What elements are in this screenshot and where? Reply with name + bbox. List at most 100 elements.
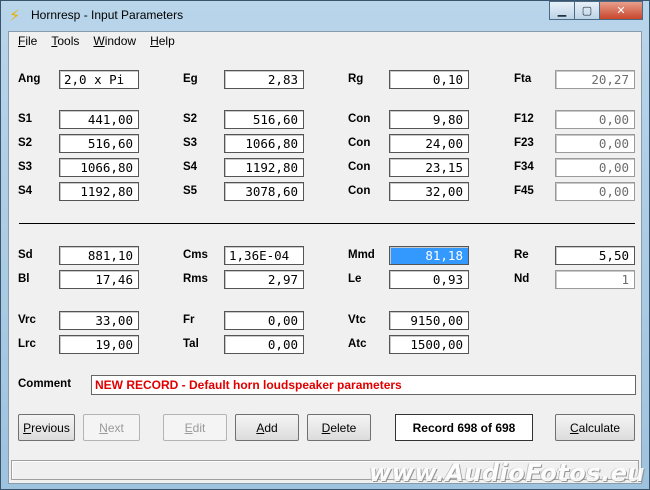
edit-label: Edit: [184, 420, 206, 435]
menu-bar: File Tools Window Help: [9, 32, 641, 51]
field-con-3[interactable]: 23,15: [389, 158, 469, 177]
section-divider: [19, 223, 635, 224]
label-cms: Cms: [183, 249, 208, 261]
edit-button: Edit: [163, 414, 227, 441]
label-s1: S1: [18, 113, 33, 125]
field-mmd[interactable]: 81,18: [389, 246, 469, 265]
watermark: www.AudioFotos.eu: [369, 459, 645, 487]
label-re: Re: [514, 249, 529, 261]
label-fta: Fta: [514, 73, 532, 85]
label-nd: Nd: [514, 273, 530, 285]
field-s4[interactable]: 1192,80: [59, 182, 139, 201]
menu-file[interactable]: File: [11, 32, 44, 51]
calculate-button[interactable]: Calculate: [555, 414, 635, 441]
field-f34: 0,00: [555, 158, 635, 177]
label-con-2: Con: [348, 137, 371, 149]
label-s2: S2: [18, 137, 33, 149]
delete-button[interactable]: Delete: [307, 414, 371, 441]
previous-button[interactable]: Previous: [18, 414, 75, 441]
label-sd: Sd: [18, 249, 33, 261]
field-s3[interactable]: 1066,80: [59, 158, 139, 177]
label-s4: S4: [18, 185, 33, 197]
label-vrc: Vrc: [18, 314, 36, 326]
label-con-1: Con: [348, 113, 371, 125]
label-f45: F45: [514, 185, 534, 197]
calculate-label: Calculate: [569, 420, 621, 435]
client-area: File Tools Window Help Ang 2,0 x Pi Eg 2…: [8, 31, 642, 484]
field-vrc[interactable]: 33,00: [59, 311, 139, 330]
menu-window[interactable]: Window: [86, 32, 143, 51]
field-f23: 0,00: [555, 134, 635, 153]
label-s4: S4: [183, 161, 198, 173]
menu-help[interactable]: Help: [143, 32, 182, 51]
field-fta: 20,27: [555, 70, 635, 89]
app-window: ⚡ Hornresp - Input Parameters ▁ ▢ ✕ File…: [0, 0, 650, 490]
record-counter: Record 698 of 698: [395, 414, 533, 441]
field-s5[interactable]: 3078,60: [224, 182, 304, 201]
title-bar[interactable]: ⚡ Hornresp - Input Parameters ▁ ▢ ✕: [1, 1, 649, 31]
field-rms[interactable]: 2,97: [224, 270, 304, 289]
field-f45: 0,00: [555, 182, 635, 201]
label-s3: S3: [183, 137, 198, 149]
label-tal: Tal: [183, 338, 199, 350]
field-s4-row3[interactable]: 1192,80: [224, 158, 304, 177]
field-sd[interactable]: 881,10: [59, 246, 139, 265]
window-title: Hornresp - Input Parameters: [31, 8, 184, 22]
field-eg[interactable]: 2,83: [224, 70, 304, 89]
next-button: Next: [83, 414, 140, 441]
field-nd: 1: [555, 270, 635, 289]
field-tal[interactable]: 0,00: [224, 335, 304, 354]
label-eg: Eg: [183, 73, 198, 85]
menu-tools[interactable]: Tools: [44, 32, 86, 51]
field-con-1[interactable]: 9,80: [389, 110, 469, 129]
close-button[interactable]: ✕: [599, 1, 643, 20]
field-vtc[interactable]: 9150,00: [389, 311, 469, 330]
label-bl: Bl: [18, 273, 30, 285]
label-con-3: Con: [348, 161, 371, 173]
field-le[interactable]: 0,93: [389, 270, 469, 289]
label-f23: F23: [514, 137, 534, 149]
maximize-icon: ▢: [581, 4, 593, 17]
field-s1[interactable]: 441,00: [59, 110, 139, 129]
comment-field[interactable]: NEW RECORD - Default horn loudspeaker pa…: [91, 375, 636, 395]
field-lrc[interactable]: 19,00: [59, 335, 139, 354]
field-cms[interactable]: 1,36E-04: [224, 246, 304, 265]
close-icon: ✕: [616, 4, 626, 17]
next-label: Next: [99, 420, 124, 435]
label-fr: Fr: [183, 314, 195, 326]
label-con-4: Con: [348, 185, 371, 197]
caption-buttons: ▁ ▢ ✕: [549, 1, 643, 21]
previous-label: Previous: [23, 420, 70, 435]
label-f34: F34: [514, 161, 534, 173]
field-s2-row1[interactable]: 516,60: [224, 110, 304, 129]
delete-label: Delete: [321, 420, 357, 435]
field-con-2[interactable]: 24,00: [389, 134, 469, 153]
label-rms: Rms: [183, 273, 208, 285]
field-f12: 0,00: [555, 110, 635, 129]
maximize-button[interactable]: ▢: [574, 1, 600, 20]
label-f12: F12: [514, 113, 534, 125]
minimize-button[interactable]: ▁: [549, 1, 575, 20]
field-atc[interactable]: 1500,00: [389, 335, 469, 354]
minimize-icon: ▁: [557, 4, 567, 17]
field-con-4[interactable]: 32,00: [389, 182, 469, 201]
field-re[interactable]: 5,50: [555, 246, 635, 265]
label-atc: Atc: [348, 338, 367, 350]
field-s3-row2[interactable]: 1066,80: [224, 134, 304, 153]
field-ang[interactable]: 2,0 x Pi: [59, 70, 139, 89]
add-button[interactable]: Add: [235, 414, 299, 441]
label-comment: Comment: [18, 378, 72, 390]
label-s3: S3: [18, 161, 33, 173]
add-label: Add: [256, 420, 278, 435]
lightning-icon: ⚡: [9, 6, 21, 25]
label-rg: Rg: [348, 73, 364, 85]
field-bl[interactable]: 17,46: [59, 270, 139, 289]
field-fr[interactable]: 0,00: [224, 311, 304, 330]
field-s2[interactable]: 516,60: [59, 134, 139, 153]
label-le: Le: [348, 273, 362, 285]
label-lrc: Lrc: [18, 338, 36, 350]
field-rg[interactable]: 0,10: [389, 70, 469, 89]
label-ang: Ang: [18, 73, 41, 85]
label-s2: S2: [183, 113, 198, 125]
label-vtc: Vtc: [348, 314, 366, 326]
